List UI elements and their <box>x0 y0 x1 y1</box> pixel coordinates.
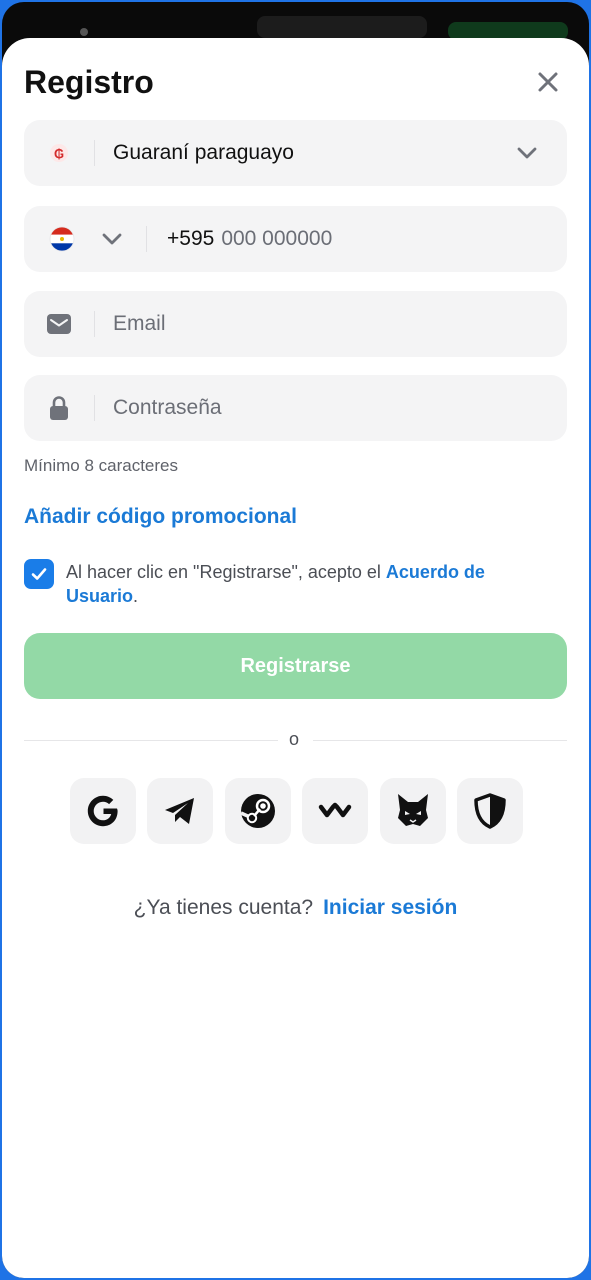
walletconnect-icon <box>318 802 352 818</box>
divider-line-right <box>313 740 567 741</box>
google-login-button[interactable] <box>70 778 136 844</box>
paraguay-flag-icon <box>49 226 75 252</box>
app-frame: Registro ₲ Guaraní paraguayo +595 000 00… <box>2 2 589 1278</box>
field-separator <box>94 140 95 166</box>
password-hint: Mínimo 8 caracteres <box>24 456 178 475</box>
terms-text: Al hacer clic en "Registrarse", acepto e… <box>66 560 546 608</box>
telegram-icon <box>165 798 194 824</box>
login-question: ¿Ya tienes cuenta? <box>133 896 314 919</box>
mail-icon <box>47 314 71 334</box>
chevron-down-icon <box>517 147 537 159</box>
phone-input[interactable]: 000 000000 <box>221 227 332 251</box>
login-prompt: ¿Ya tienes cuenta? Iniciar sesión <box>2 896 589 920</box>
field-separator <box>94 311 95 337</box>
guarani-currency-icon: ₲ <box>50 144 68 162</box>
telegram-login-button[interactable] <box>147 778 213 844</box>
metamask-login-button[interactable] <box>380 778 446 844</box>
login-link[interactable]: Iniciar sesión <box>323 896 457 919</box>
google-icon <box>87 795 118 827</box>
password-input[interactable]: Contraseña <box>113 396 222 420</box>
close-icon <box>538 72 558 92</box>
terms-checkbox[interactable] <box>24 559 54 589</box>
background-header-control <box>257 16 427 38</box>
metamask-fox-icon <box>398 794 428 826</box>
field-separator <box>94 395 95 421</box>
lock-icon <box>50 396 68 420</box>
close-button[interactable] <box>532 66 564 98</box>
country-dropdown[interactable] <box>100 227 146 251</box>
modal-title: Registro <box>24 64 154 100</box>
terms-text-body: Al hacer clic en "Registrarse", acepto e… <box>66 562 386 582</box>
checkmark-icon <box>31 568 47 580</box>
add-promo-code-link[interactable]: Añadir código promocional <box>24 505 297 529</box>
walletconnect-login-button[interactable] <box>302 778 368 844</box>
svg-text:₲: ₲ <box>54 146 64 161</box>
divider-line-left <box>24 740 278 741</box>
password-field[interactable]: Contraseña <box>24 375 567 441</box>
phone-country-code: +595 <box>167 227 215 250</box>
steam-icon <box>240 794 275 828</box>
steam-login-button[interactable] <box>225 778 291 844</box>
phone-field[interactable]: +595 000 000000 <box>24 206 567 272</box>
security-login-button[interactable] <box>457 778 523 844</box>
terms-suffix: . <box>133 586 139 606</box>
status-dot <box>80 28 88 36</box>
currency-select[interactable]: ₲ Guaraní paraguayo <box>24 120 567 186</box>
email-field[interactable]: Email <box>24 291 567 357</box>
chevron-down-icon <box>102 233 122 245</box>
email-input[interactable]: Email <box>113 312 166 336</box>
field-separator <box>146 226 147 252</box>
shield-icon <box>474 793 506 829</box>
registration-modal: Registro ₲ Guaraní paraguayo +595 000 00… <box>2 38 589 1278</box>
register-button[interactable]: Registrarse <box>24 633 567 699</box>
currency-value: Guaraní paraguayo <box>113 141 294 164</box>
divider-or: o <box>289 729 300 749</box>
